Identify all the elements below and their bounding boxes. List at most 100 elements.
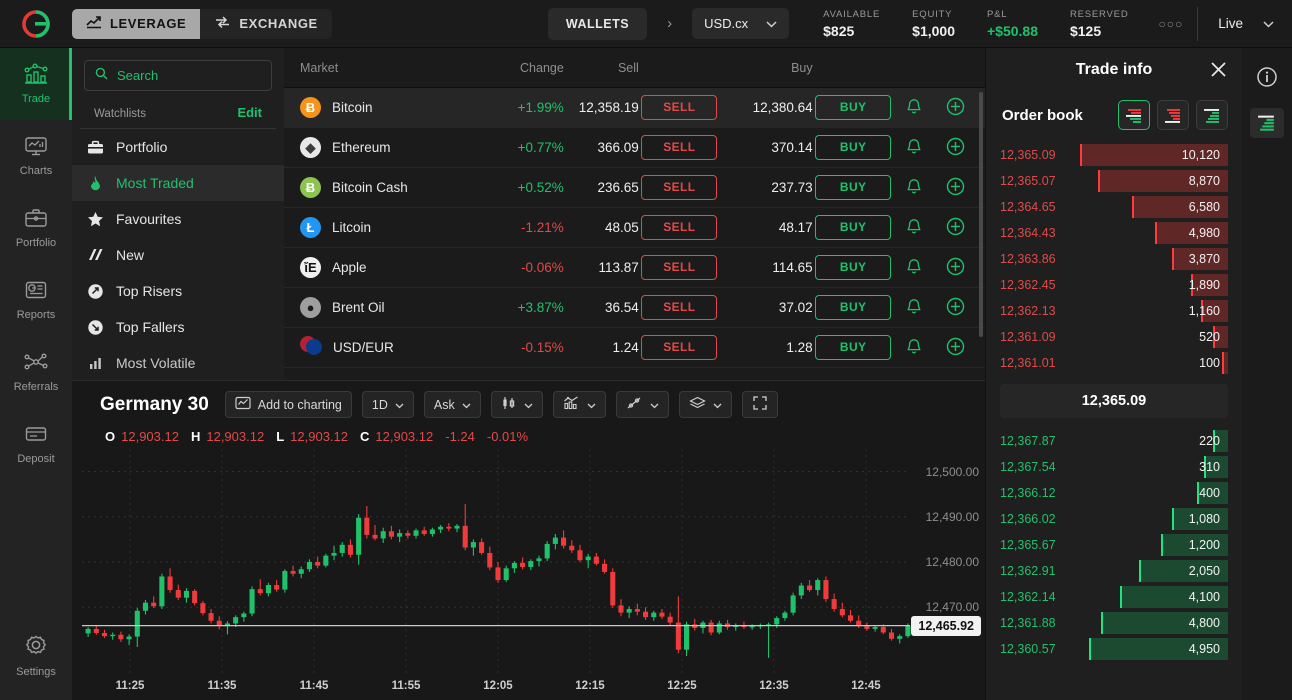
order-book-row[interactable]: 12,366.12 400 (1000, 480, 1228, 506)
plus-circle-icon[interactable] (946, 97, 965, 119)
price-source-select[interactable]: Ask (423, 391, 481, 418)
info-icon[interactable] (1250, 62, 1284, 92)
drawing-tools-select[interactable] (615, 391, 669, 418)
bell-icon[interactable] (906, 338, 922, 358)
layers-select[interactable] (678, 391, 732, 418)
order-book-row[interactable]: 12,361.09 520 (1000, 324, 1228, 350)
plus-circle-icon[interactable] (946, 137, 965, 159)
wallets-button[interactable]: WALLETS (547, 7, 648, 40)
sell-button[interactable]: SELL (641, 215, 718, 240)
expand-chevron-icon[interactable]: › (647, 15, 692, 32)
close-icon[interactable] (1209, 60, 1228, 84)
plus-circle-icon[interactable] (946, 337, 965, 359)
order-book-icon[interactable] (1250, 108, 1284, 138)
order-book-row[interactable]: 12,367.54 310 (1000, 454, 1228, 480)
sell-button[interactable]: SELL (641, 135, 718, 160)
mode-exchange-button[interactable]: EXCHANGE (200, 8, 332, 39)
sidebar-item-charts[interactable]: Charts (0, 120, 72, 192)
sidebar-item-settings[interactable]: Settings (0, 620, 72, 692)
sell-button[interactable]: SELL (641, 95, 718, 120)
order-book-row[interactable]: 12,362.13 1,160 (1000, 298, 1228, 324)
order-book-row[interactable]: 12,361.88 4,800 (1000, 610, 1228, 636)
bell-icon[interactable] (906, 218, 922, 238)
order-book-row[interactable]: 12,365.67 1,200 (1000, 532, 1228, 558)
plus-circle-icon[interactable] (946, 217, 965, 239)
sell-button[interactable]: SELL (641, 295, 718, 320)
timeframe-select[interactable]: 1D (361, 391, 414, 418)
sidebar-item-deposit[interactable]: Deposit (0, 408, 72, 480)
table-row[interactable]: ● Brent Oil +3.87% 36.54 SELL 37.02 BUY (284, 288, 985, 328)
column-header-market[interactable]: Market (284, 61, 458, 75)
sidebar-item-most-traded[interactable]: Most Traded (72, 165, 284, 201)
sidebar-item-reports[interactable]: Reports (0, 264, 72, 336)
candlestick-plot[interactable]: 12,500.00 12,490.00 12,480.00 12,470.00 12,4… (82, 449, 985, 700)
column-header-buy[interactable]: Buy (720, 61, 813, 75)
order-book-row[interactable]: 12,367.87 220 (1000, 428, 1228, 454)
buy-button[interactable]: BUY (815, 95, 892, 120)
order-book-row[interactable]: 12,364.65 6,580 (1000, 194, 1228, 220)
search-box[interactable] (84, 60, 272, 91)
order-book-row[interactable]: 12,365.07 8,870 (1000, 168, 1228, 194)
table-row[interactable]: Ƀ Bitcoin Cash +0.52% 236.65 SELL 237.73 BUY (284, 168, 985, 208)
currency-select[interactable]: USD.cx (692, 8, 790, 39)
sidebar-item-portfolio-list[interactable]: Portfolio (72, 129, 284, 165)
edit-watchlists-button[interactable]: Edit (237, 105, 262, 120)
order-book-row[interactable]: 12,362.91 2,050 (1000, 558, 1228, 584)
buy-button[interactable]: BUY (815, 335, 892, 360)
mode-leverage-button[interactable]: LEVERAGE (72, 8, 201, 39)
bell-icon[interactable] (906, 298, 922, 318)
chart-type-select[interactable] (490, 391, 543, 418)
buy-button[interactable]: BUY (815, 255, 892, 280)
bell-icon[interactable] (906, 98, 922, 118)
bell-icon[interactable] (906, 138, 922, 158)
plus-circle-icon[interactable] (946, 177, 965, 199)
sidebar-item-referrals[interactable]: Referrals (0, 336, 72, 408)
buy-button[interactable]: BUY (815, 295, 892, 320)
order-book-row[interactable]: 12,362.45 1,890 (1000, 272, 1228, 298)
buy-button[interactable]: BUY (815, 215, 892, 240)
sidebar-item-top-risers[interactable]: Top Risers (72, 273, 284, 309)
indicators-select[interactable] (552, 391, 606, 418)
live-mode-select[interactable]: Live (1198, 16, 1292, 31)
order-book-row[interactable]: 12,362.14 4,100 (1000, 584, 1228, 610)
column-header-change[interactable]: Change (458, 61, 564, 75)
price-axis[interactable]: 12,500.00 12,490.00 12,480.00 12,470.00 12,4… (910, 449, 985, 700)
order-book-row[interactable]: 12,363.86 3,870 (1000, 246, 1228, 272)
plus-circle-icon[interactable] (946, 297, 965, 319)
order-book-row[interactable]: 12,360.57 4,950 (1000, 636, 1228, 662)
sell-button[interactable]: SELL (641, 255, 718, 280)
more-options-button[interactable]: ○○○ (1144, 17, 1197, 31)
table-row[interactable]: ἴE Apple -0.06% 113.87 SELL 114.65 BUY (284, 248, 985, 288)
both-sides-view-button[interactable] (1118, 100, 1150, 130)
sidebar-item-trade[interactable]: Trade (0, 48, 72, 120)
sidebar-item-favourites[interactable]: Favourites (72, 201, 284, 237)
market-list-scrollbar[interactable] (979, 92, 983, 337)
app-logo[interactable] (0, 9, 72, 38)
add-to-charting-button[interactable]: Add to charting (224, 391, 352, 418)
table-row[interactable]: Ƀ Bitcoin +1.99% 12,358.19 SELL 12,380.64 BUY (284, 88, 985, 128)
buy-only-view-button[interactable] (1196, 100, 1228, 130)
order-book-row[interactable]: 12,365.09 10,120 (1000, 142, 1228, 168)
order-book-row[interactable]: 12,366.02 1,080 (1000, 506, 1228, 532)
sell-button[interactable]: SELL (641, 175, 718, 200)
order-book-row[interactable]: 12,361.01 100 (1000, 350, 1228, 376)
fullscreen-button[interactable] (741, 391, 778, 418)
table-row[interactable]: Ł Litcoin -1.21% 48.05 SELL 48.17 BUY (284, 208, 985, 248)
order-book-row[interactable]: 12,364.43 4,980 (1000, 220, 1228, 246)
search-input[interactable] (117, 68, 261, 83)
sidebar-item-portfolio[interactable]: Portfolio (0, 192, 72, 264)
bell-icon[interactable] (906, 258, 922, 278)
time-axis[interactable]: 11:25 11:35 11:45 11:55 12:05 12:15 12:25 12:35… (82, 675, 985, 700)
column-header-sell[interactable]: Sell (564, 61, 639, 75)
sell-only-view-button[interactable] (1157, 100, 1189, 130)
sell-button[interactable]: SELL (641, 335, 718, 360)
table-row[interactable]: ◆ Ethereum +0.77% 366.09 SELL 370.14 BUY (284, 128, 985, 168)
bell-icon[interactable] (906, 178, 922, 198)
sidebar-item-most-volatile[interactable]: Most Volatile (72, 345, 284, 381)
plus-circle-icon[interactable] (946, 257, 965, 279)
buy-button[interactable]: BUY (815, 175, 892, 200)
buy-button[interactable]: BUY (815, 135, 892, 160)
table-row[interactable]: USD/EUR -0.15% 1.24 SELL 1.28 BUY (284, 328, 985, 368)
sidebar-item-new[interactable]: New (72, 237, 284, 273)
sidebar-item-top-fallers[interactable]: Top Fallers (72, 309, 284, 345)
